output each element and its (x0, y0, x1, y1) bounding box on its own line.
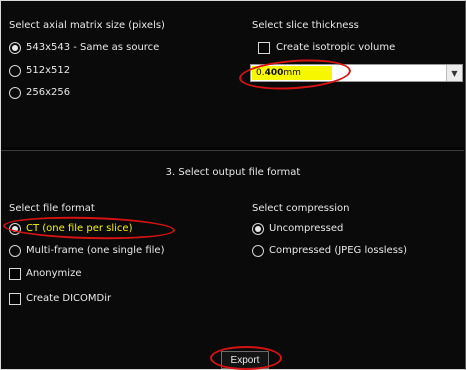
slice-thickness-number: 400 (264, 68, 284, 78)
isotropic-volume-checkbox[interactable] (258, 42, 270, 54)
chevron-down-icon[interactable]: ▼ (446, 65, 462, 81)
format-ct-label[interactable]: CT (one file per slice) (26, 223, 132, 234)
compression-jpeg-label[interactable]: Compressed (JPEG lossless) (269, 245, 407, 256)
file-format-heading: Select file format (9, 203, 95, 214)
slice-thickness-dropdown[interactable]: 0.400mm ▼ (250, 64, 463, 82)
output-format-panel (1, 150, 464, 369)
compression-uncompressed-radio[interactable] (252, 223, 264, 235)
matrix-543-radio[interactable] (9, 42, 21, 54)
compression-jpeg-radio[interactable] (252, 245, 264, 257)
slice-thickness-heading: Select slice thickness (252, 20, 359, 31)
slice-thickness-unit: mm (283, 68, 301, 78)
format-multiframe-radio[interactable] (9, 245, 21, 257)
create-dicomdir-label[interactable]: Create DICOMDir (26, 293, 111, 304)
output-section-title: 3. Select output file format (165, 167, 301, 178)
create-dicomdir-checkbox[interactable] (9, 293, 21, 305)
anonymize-label[interactable]: Anonymize (26, 268, 81, 279)
slice-thickness-prefix: 0. (256, 68, 265, 78)
compression-heading: Select compression (252, 203, 350, 214)
anonymize-checkbox[interactable] (9, 268, 21, 280)
matrix-size-heading: Select axial matrix size (pixels) (9, 20, 165, 31)
matrix-543-label[interactable]: 543x543 - Same as source (26, 42, 159, 53)
matrix-512-radio[interactable] (9, 65, 21, 77)
export-button[interactable]: Export (221, 351, 269, 369)
matrix-256-radio[interactable] (9, 87, 21, 99)
format-ct-radio[interactable] (9, 223, 21, 235)
slice-thickness-value[interactable]: 0.400mm (252, 66, 332, 80)
matrix-512-label[interactable]: 512x512 (26, 65, 70, 76)
format-multiframe-label[interactable]: Multi-frame (one single file) (26, 245, 165, 256)
compression-uncompressed-label[interactable]: Uncompressed (269, 223, 343, 234)
isotropic-volume-label[interactable]: Create isotropic volume (276, 42, 395, 53)
matrix-256-label[interactable]: 256x256 (26, 87, 70, 98)
